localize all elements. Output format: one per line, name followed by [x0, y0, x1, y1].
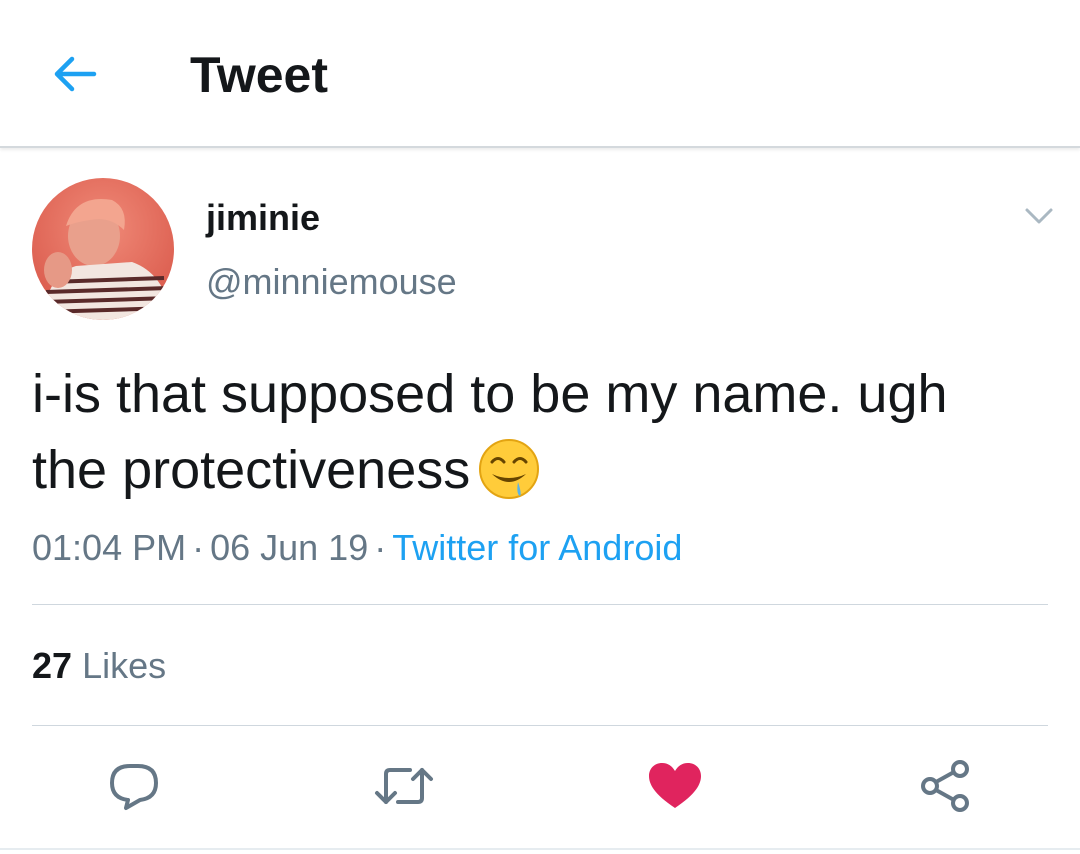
tweet-text: i-is that supposed to be my name. ugh th…: [32, 356, 1052, 508]
retweet-icon: [375, 768, 433, 804]
like-button[interactable]: [645, 756, 705, 816]
likes-label: Likes: [82, 645, 167, 686]
meta-separator: ·: [374, 527, 387, 568]
tweet-date: 06 Jun 19: [210, 527, 369, 568]
likes-count[interactable]: 27 Likes: [32, 644, 166, 688]
author-display-name[interactable]: jiminie: [206, 196, 320, 240]
drooling-face-emoji-icon: [478, 438, 540, 500]
avatar[interactable]: [32, 178, 174, 320]
reply-button[interactable]: [104, 756, 164, 816]
reply-icon: [110, 764, 158, 810]
divider: [32, 725, 1048, 726]
divider: [0, 848, 1080, 850]
author-handle[interactable]: @minniemouse: [206, 260, 457, 304]
tweet-meta: 01:04 PM · 06 Jun 19 · Twitter for Android: [32, 526, 682, 570]
share-button[interactable]: [915, 756, 975, 816]
chevron-down-icon: [1025, 208, 1053, 224]
tweet-options-button[interactable]: [1014, 196, 1064, 236]
tweet-text-line: i-is that supposed to be my name. ugh: [32, 364, 948, 424]
arrow-left-icon: [54, 56, 97, 92]
likes-number: 27: [32, 645, 73, 686]
back-button[interactable]: [44, 46, 104, 102]
tweet-source-link[interactable]: Twitter for Android: [392, 527, 682, 568]
heart-icon: [649, 763, 701, 808]
page-title: Tweet: [190, 47, 328, 103]
top-app-bar: Tweet: [0, 0, 1080, 148]
retweet-button[interactable]: [374, 756, 434, 816]
divider: [32, 604, 1048, 605]
tweet-time: 01:04 PM: [32, 527, 187, 568]
meta-separator: ·: [192, 527, 205, 568]
share-icon: [921, 760, 969, 812]
tweet-text-line: the protectiveness: [32, 432, 1052, 508]
